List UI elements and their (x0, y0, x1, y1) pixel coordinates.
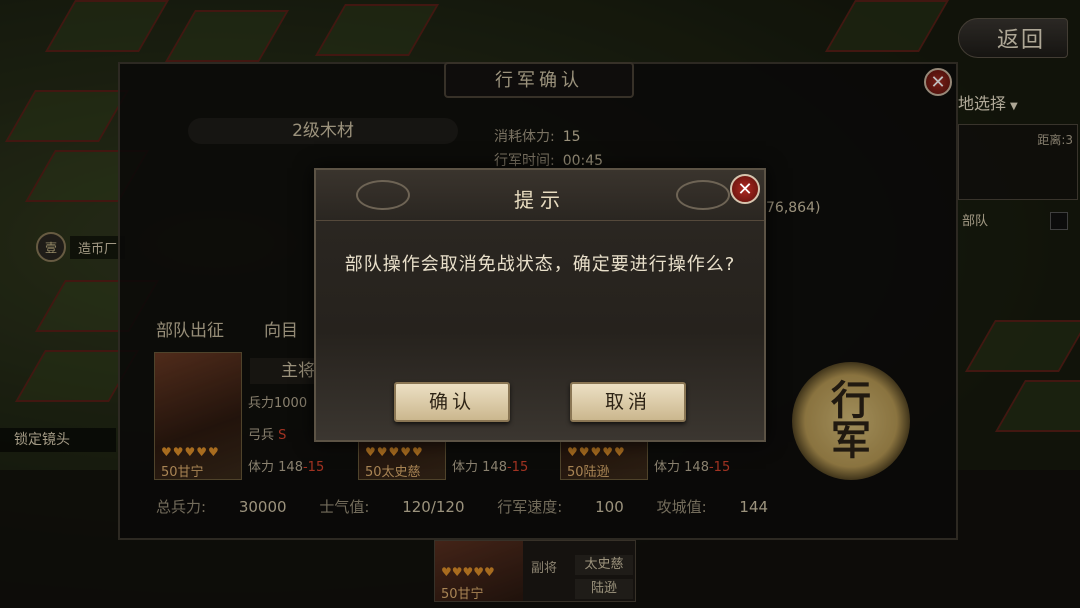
cancel-button[interactable]: 取消 (570, 382, 686, 422)
dialog-title: 提示 (514, 188, 566, 212)
close-icon[interactable]: ✕ (730, 174, 760, 204)
dialog-message: 部队操作会取消免战状态，确定要进行操作么? (344, 254, 736, 275)
dialog-header: 提示 (316, 170, 764, 221)
confirm-button[interactable]: 确认 (394, 382, 510, 422)
confirm-dialog: 提示 ✕ 部队操作会取消免战状态，确定要进行操作么? 确认 取消 (314, 168, 766, 442)
